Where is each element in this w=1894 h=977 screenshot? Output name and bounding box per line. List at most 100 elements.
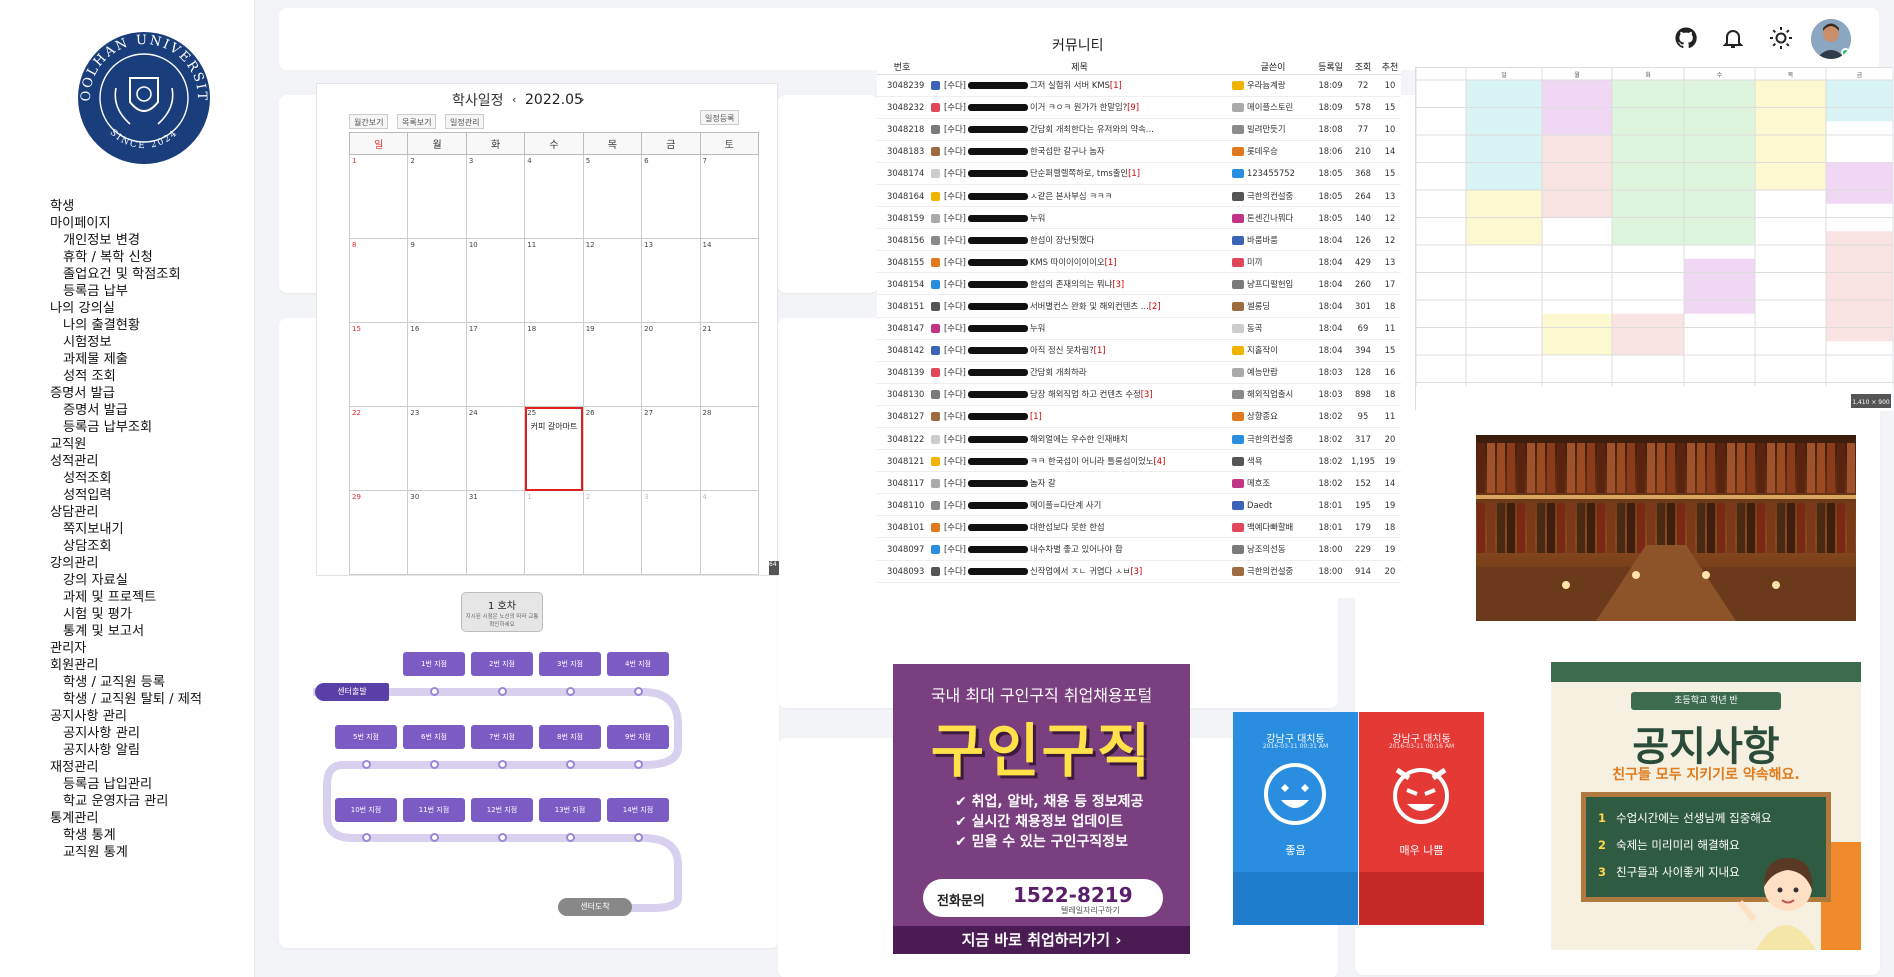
nav-item[interactable]: 개인정보 변경: [50, 232, 202, 249]
author-name[interactable]: 상향종요: [1247, 411, 1278, 421]
nav-item[interactable]: 등록금 납부조회: [50, 419, 202, 436]
calendar-day-cell[interactable]: 7: [699, 154, 760, 239]
calendar-day-cell[interactable]: 18: [524, 322, 584, 407]
post-title[interactable]: [수다] [1]: [927, 405, 1232, 429]
author-name[interactable]: 우라늄계랑: [1247, 80, 1286, 90]
nav-group[interactable]: 관리자: [50, 640, 202, 657]
nav-group[interactable]: 재정관리: [50, 759, 202, 776]
post-author[interactable]: 톤센긴나뭐다: [1232, 206, 1314, 230]
post-title[interactable]: [수다] 해외얼에는 우수한 인재배치: [927, 427, 1232, 451]
board-row[interactable]: 3048159 [수다] 누워 톤센긴나뭐다 18:05 140 12: [877, 206, 1401, 230]
post-title[interactable]: [수다] 누워: [927, 206, 1232, 230]
author-name[interactable]: 톤센긴나뭐다: [1247, 213, 1293, 223]
author-name[interactable]: 냥프디펄헌입: [1247, 279, 1293, 289]
calendar-day-cell[interactable]: 1: [348, 154, 409, 239]
tab-month-view[interactable]: 월간보기: [349, 114, 389, 129]
post-author[interactable]: 색욕: [1232, 449, 1314, 473]
post-title-text[interactable]: 당장 해외직업 하고 컨텐츠 수정: [1030, 389, 1141, 399]
calendar-day-cell[interactable]: 3: [465, 154, 526, 239]
post-title-text[interactable]: 그저 실험쥐 서버 KMS: [1030, 80, 1110, 90]
post-title-text[interactable]: 한섭의 존재의의는 뭐냐: [1030, 279, 1112, 289]
post-title-text[interactable]: 한국섭만 갈구나 놈자: [1030, 146, 1105, 156]
post-author[interactable]: 지홀작이: [1232, 339, 1314, 362]
nav-group[interactable]: 마이페이지: [50, 215, 202, 232]
post-title-text[interactable]: 해외얼에는 우수한 인재배치: [1030, 434, 1128, 444]
post-author[interactable]: 썰롱딩: [1232, 294, 1314, 318]
nav-item[interactable]: 등록금 납부: [50, 283, 202, 300]
calendar-day-cell[interactable]: 17: [465, 322, 526, 407]
post-author[interactable]: 롯데우승: [1232, 140, 1314, 163]
board-row[interactable]: 3048127 [수다] [1] 상향종요 18:02 95 11: [877, 405, 1401, 429]
post-author[interactable]: 상향종요: [1232, 405, 1314, 429]
post-title-text[interactable]: 메이플=다단계 사기: [1030, 500, 1101, 510]
post-author[interactable]: 예능만랍: [1232, 361, 1314, 384]
nav-group[interactable]: 통계관리: [50, 810, 202, 827]
board-row[interactable]: 3048239 [수다] 그저 실험쥐 서버 KMS[1] 우라늄계랑 18:09 72 1…: [877, 74, 1401, 97]
calendar-day-cell[interactable]: 11: [524, 238, 584, 323]
nav-item[interactable]: 성적조회: [50, 470, 202, 487]
route-stop[interactable]: 2번 지점: [471, 652, 533, 676]
author-name[interactable]: 극한의컨설중: [1247, 191, 1293, 201]
post-title[interactable]: [수다] 그저 실험쥐 서버 KMS[1]: [927, 74, 1232, 97]
nav-item[interactable]: 시험 및 평가: [50, 606, 202, 623]
board-row[interactable]: 3048156 [수다] 한섭이 장난뒷했다 바룸바룸 18:04 126 12: [877, 228, 1401, 252]
nav-group[interactable]: 공지사항 관리: [50, 708, 202, 725]
board-row[interactable]: 3048218 [수다] 간담회 개최한다는 유저와의 약속... 빌려만듯기 18:0…: [877, 118, 1401, 141]
board-row[interactable]: 3048117 [수다] 놈자 갈 메흐조 18:02 152 14: [877, 471, 1401, 495]
calendar-day-cell[interactable]: 22: [348, 406, 409, 491]
post-author[interactable]: 낭조의선동: [1232, 537, 1314, 561]
post-title-text[interactable]: 놈자 갈: [1030, 478, 1056, 488]
author-name[interactable]: 해외직업출시: [1247, 389, 1293, 399]
route-stop[interactable]: 12번 지점: [471, 798, 533, 822]
board-row[interactable]: 3048164 [수다] ㅅ같은 본사부심 ㅋㅋㅋ 극한의컨설중 18:05 264 13: [877, 184, 1401, 208]
board-row[interactable]: 3048154 [수다] 한섭의 존재의의는 뭐냐[3] 냥프디펄헌입 18:04 260…: [877, 272, 1401, 296]
author-name[interactable]: 썰롱딩: [1247, 301, 1270, 311]
author-name[interactable]: 동곡: [1247, 323, 1262, 333]
board-row[interactable]: 3048183 [수다] 한국섭만 갈구나 놈자 롯데우승 18:06 210 14: [877, 140, 1401, 163]
post-title-text[interactable]: 한섭이 장난뒷했다: [1030, 235, 1094, 245]
author-name[interactable]: 낭조의선동: [1247, 544, 1286, 554]
post-title[interactable]: [수다] 간담회 개최하라: [927, 361, 1232, 384]
route-stop[interactable]: 10번 지점: [335, 798, 397, 822]
author-name[interactable]: 극한의컨설중: [1247, 566, 1293, 576]
post-title[interactable]: [수다] ㅅ같은 본사부심 ㅋㅋㅋ: [927, 184, 1232, 208]
post-author[interactable]: 극한의컨설중: [1232, 184, 1314, 208]
post-title[interactable]: [수다] 당장 해외직업 하고 컨텐츠 수정[3]: [927, 383, 1232, 406]
route-stop[interactable]: 9번 지점: [607, 725, 669, 749]
author-name[interactable]: 바룸바룸: [1247, 235, 1278, 245]
nav-item[interactable]: 과제물 제출: [50, 351, 202, 368]
calendar-day-cell[interactable]: 8: [348, 238, 409, 323]
post-author[interactable]: 우라늄계랑: [1232, 74, 1314, 97]
post-title[interactable]: [수다] 한섭의 존재의의는 뭐냐[3]: [927, 272, 1232, 296]
nav-item[interactable]: 통계 및 보고서: [50, 623, 202, 640]
board-row[interactable]: 3048121 [수다] ㅋㅋ 한국섭이 어니라 틀롱섭이었노[4] 색욕 18:02 1…: [877, 449, 1401, 473]
board-row[interactable]: 3048093 [수다] 신작업에서 ㅈㄴ 귀엽다 ㅅㅂ[3] 극한의컨설중 18:00…: [877, 560, 1401, 583]
route-stop[interactable]: 5번 지점: [335, 725, 397, 749]
post-title[interactable]: [수다] 놈자 갈: [927, 471, 1232, 495]
nav-item[interactable]: 강의 자료실: [50, 572, 202, 589]
calendar-day-cell[interactable]: 23: [407, 406, 467, 491]
nav-item[interactable]: 학생 통계: [50, 827, 202, 844]
author-name[interactable]: 123455752: [1247, 168, 1295, 178]
nav-group[interactable]: 회원관리: [50, 657, 202, 674]
post-title-text[interactable]: 내수차별 좋고 있어나야 함: [1030, 544, 1123, 554]
nav-item[interactable]: 등록금 납입관리: [50, 776, 202, 793]
nav-item[interactable]: 공지사항 알림: [50, 742, 202, 759]
post-title[interactable]: [수다] KMS 따이이이이이오[1]: [927, 250, 1232, 274]
route-stop[interactable]: 4번 지점: [607, 652, 669, 676]
post-title[interactable]: [수다] 간담회 개최한다는 유저와의 약속...: [927, 118, 1232, 141]
post-author[interactable]: 극한의컨설중: [1232, 427, 1314, 451]
board-row[interactable]: 3048151 [수다] 서버별컨스 완화 및 해외컨텐츠 ...[2] 썰롱딩 18:…: [877, 294, 1401, 318]
post-author[interactable]: Daedt: [1232, 493, 1314, 517]
route-stop[interactable]: 7번 지점: [471, 725, 533, 749]
calendar-day-cell[interactable]: 1: [524, 490, 584, 575]
post-title-text[interactable]: 간담회 개최한다는 유저와의 약속...: [1030, 124, 1154, 134]
route-stop[interactable]: 6번 지점: [403, 725, 465, 749]
post-author[interactable]: 미끼: [1232, 250, 1314, 274]
calendar-day-cell[interactable]: 29: [348, 490, 409, 575]
board-row[interactable]: 3048101 [수다] 대한섬보다 못한 한섭 백예다빠할배 18:01 179 18: [877, 515, 1401, 539]
post-title-text[interactable]: 신작업에서 ㅈㄴ 귀엽다 ㅅㅂ: [1030, 566, 1130, 576]
calendar-day-cell[interactable]: 12: [582, 238, 643, 323]
board-row[interactable]: 3048174 [수다] 단순퍼렐렐쪽하로, tms출인[1] 123455752 18…: [877, 162, 1401, 185]
prev-month-icon[interactable]: ‹: [512, 93, 516, 106]
